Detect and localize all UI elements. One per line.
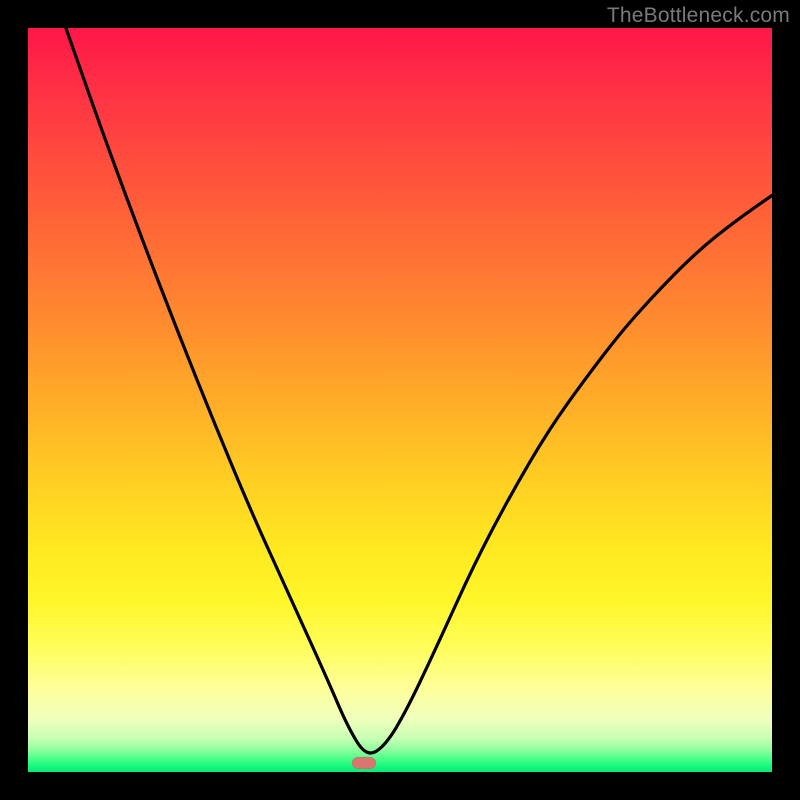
plot-area (28, 28, 772, 772)
optimal-point-marker (352, 757, 376, 769)
chart-frame: TheBottleneck.com (0, 0, 800, 800)
bottleneck-curve (28, 28, 772, 772)
watermark-text: TheBottleneck.com (607, 4, 790, 28)
